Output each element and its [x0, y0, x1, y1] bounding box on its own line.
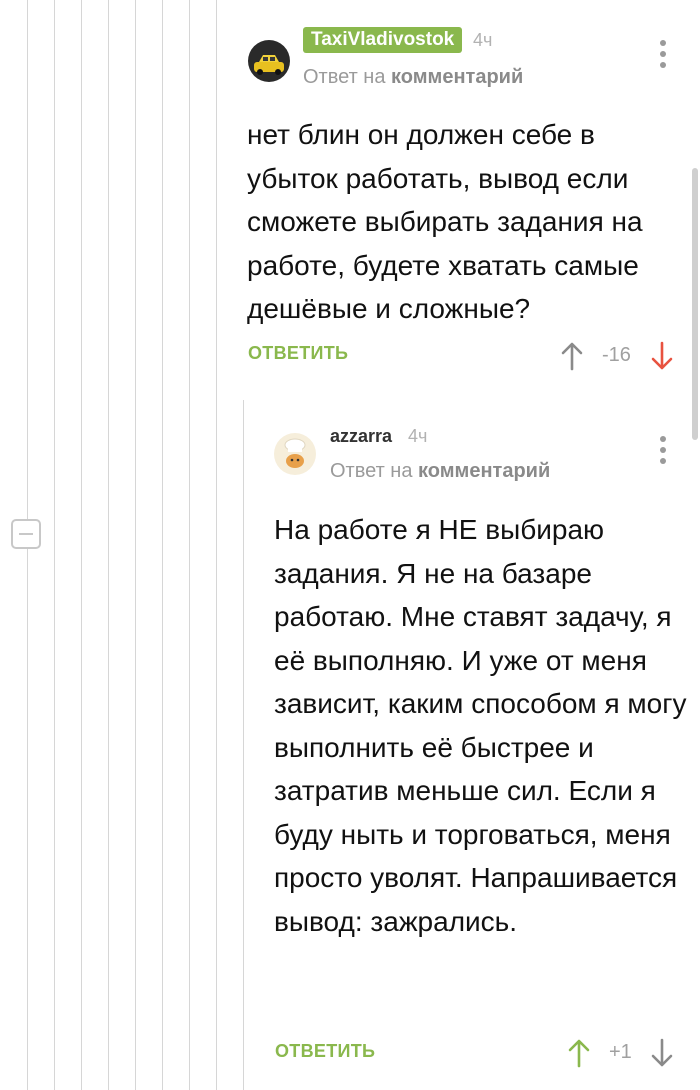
downvote-arrow-icon[interactable] — [650, 341, 674, 371]
username[interactable]: azzarra — [330, 426, 392, 447]
thread-line — [243, 400, 244, 1090]
scrollbar[interactable] — [692, 168, 698, 440]
upvote-arrow-icon[interactable] — [567, 1038, 591, 1068]
vote-score: +1 — [609, 1041, 632, 1063]
cat-chef-avatar-icon[interactable] — [274, 433, 316, 475]
comment-text: нет блин он должен себе в убыток работат… — [247, 119, 643, 324]
thread-line — [135, 0, 136, 1090]
thread-line — [108, 0, 109, 1090]
thread-line — [54, 0, 55, 1090]
reply-button[interactable]: ОТВЕТИТЬ — [248, 343, 348, 364]
thread-line — [216, 0, 217, 1090]
username[interactable]: TaxiVladivostok — [303, 27, 463, 53]
reply-to-link[interactable]: Ответ на комментарий — [303, 66, 523, 89]
more-options-icon[interactable] — [657, 40, 669, 74]
comment-time: 4ч — [473, 30, 493, 50]
reply-to-prefix: Ответ на — [330, 460, 413, 482]
vote-score: -16 — [602, 344, 631, 366]
upvote-arrow-icon[interactable] — [560, 341, 584, 371]
reply-to-prefix: Ответ на — [303, 66, 386, 88]
reply-to-target[interactable]: комментарий — [418, 460, 550, 482]
reply-to-link[interactable]: Ответ на комментарий — [330, 460, 550, 483]
reply-to-target[interactable]: комментарий — [391, 66, 523, 88]
thread-line — [189, 0, 190, 1090]
comment-time: 4ч — [408, 426, 428, 446]
thread-line — [162, 0, 163, 1090]
more-options-icon[interactable] — [657, 436, 669, 470]
taxi-car-avatar-icon[interactable] — [248, 40, 290, 82]
comment-text: На работе я НЕ выбираю задания. Я не на … — [274, 514, 687, 937]
thread-line — [81, 0, 82, 1090]
downvote-arrow-icon[interactable] — [650, 1038, 674, 1068]
collapse-thread-button[interactable] — [11, 519, 41, 549]
reply-button[interactable]: ОТВЕТИТЬ — [275, 1041, 375, 1062]
